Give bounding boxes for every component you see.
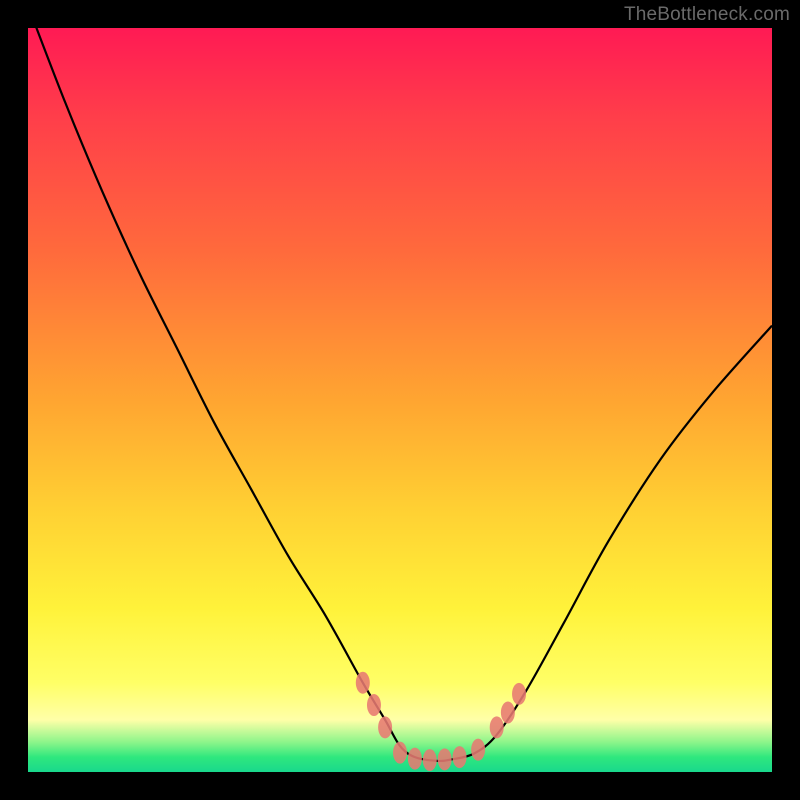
curve-marker [438, 748, 452, 770]
curve-marker [453, 746, 467, 768]
curve-marker [367, 694, 381, 716]
curve-marker [356, 672, 370, 694]
curve-svg [28, 28, 772, 772]
curve-marker [423, 749, 437, 771]
bottleneck-curve [28, 6, 772, 761]
chart-frame: TheBottleneck.com [0, 0, 800, 800]
curve-markers [356, 672, 526, 771]
attribution-label: TheBottleneck.com [624, 4, 790, 26]
curve-marker [393, 742, 407, 764]
curve-marker [408, 748, 422, 770]
curve-marker [490, 716, 504, 738]
curve-marker [471, 739, 485, 761]
curve-marker [512, 683, 526, 705]
curve-marker [501, 701, 515, 723]
gradient-plot-area [28, 28, 772, 772]
curve-marker [378, 716, 392, 738]
